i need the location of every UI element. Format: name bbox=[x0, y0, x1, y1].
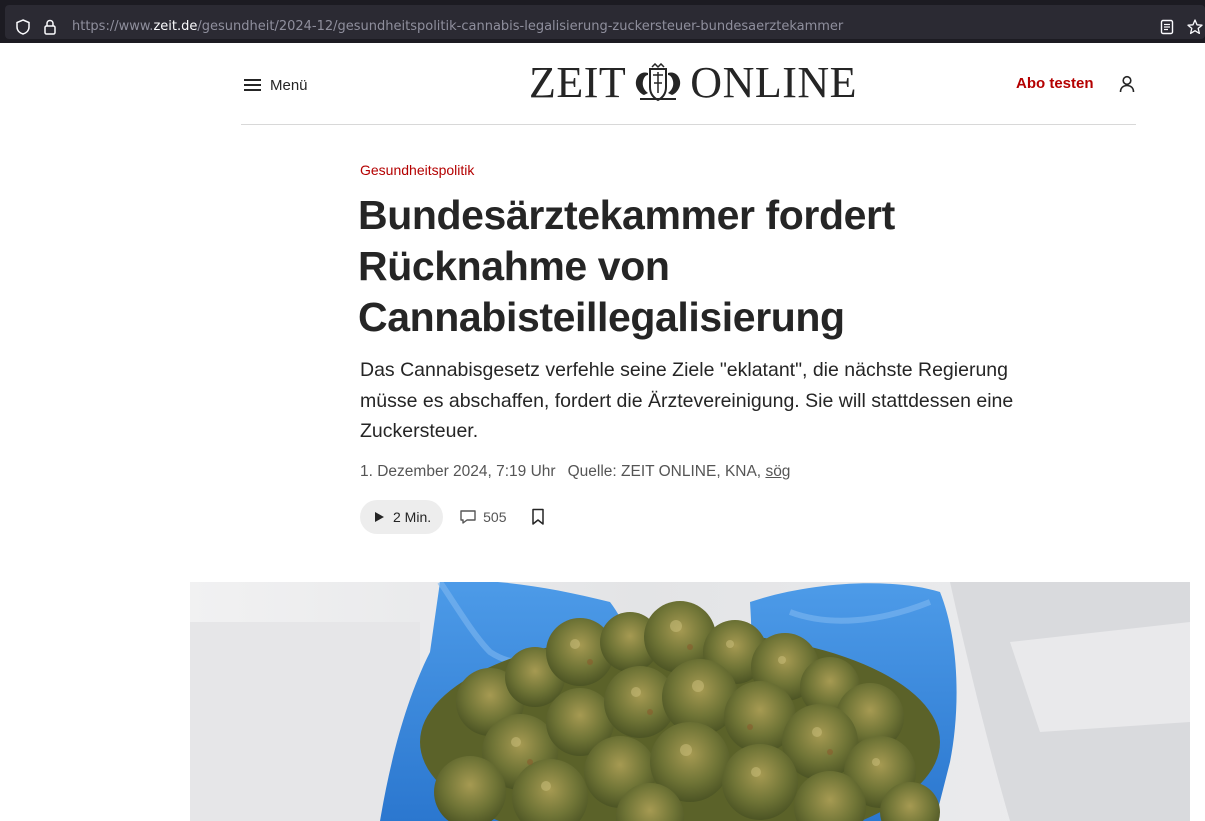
article-kicker[interactable]: Gesundheitspolitik bbox=[360, 162, 474, 178]
logo-word-zeit: ZEIT bbox=[529, 58, 627, 107]
reader-view-icon[interactable] bbox=[1158, 18, 1176, 36]
url-prefix: https://www. bbox=[72, 19, 154, 34]
shield-icon[interactable] bbox=[14, 18, 32, 36]
audio-play-button[interactable]: 2 Min. bbox=[360, 500, 444, 534]
hamburger-icon bbox=[244, 79, 261, 91]
bookmark-icon[interactable] bbox=[530, 508, 546, 526]
url-text[interactable]: https://www.zeit.de/gesundheit/2024-12/g… bbox=[72, 19, 843, 34]
article-summary: Das Cannabisgesetz verfehle seine Ziele … bbox=[360, 359, 1014, 442]
menu-button[interactable]: Menü bbox=[244, 75, 308, 95]
url-host: zeit.de bbox=[153, 19, 198, 34]
site-header: Menü ZEIT ONLINE Abo testen bbox=[241, 43, 1136, 125]
browser-toolbar: https://www.zeit.de/gesundheit/2024-12/g… bbox=[0, 0, 1205, 43]
url-path: /gesundheit/2024-12/gesundheitspolitik-c… bbox=[197, 19, 844, 34]
hero-image bbox=[190, 582, 1190, 821]
zeit-online-logo[interactable]: ZEIT ONLINE bbox=[529, 61, 857, 105]
user-icon[interactable] bbox=[1117, 74, 1137, 94]
comments-count: 505 bbox=[483, 509, 507, 525]
coat-of-arms-icon bbox=[636, 63, 681, 102]
bookmark-star-icon[interactable] bbox=[1186, 18, 1204, 36]
article-actions: 2 Min. 505 bbox=[360, 500, 546, 534]
article-date: 1. Dezember 2024, 7:19 Uhr bbox=[360, 463, 556, 480]
author-link[interactable]: sög bbox=[765, 463, 790, 480]
menu-label: Menü bbox=[270, 76, 308, 94]
logo-word-online: ONLINE bbox=[690, 58, 858, 107]
comments-button[interactable]: 505 bbox=[459, 509, 506, 525]
address-bar[interactable]: https://www.zeit.de/gesundheit/2024-12/g… bbox=[5, 5, 1205, 39]
audio-duration: 2 Min. bbox=[393, 509, 432, 525]
cannabis-gloved-hands-image bbox=[190, 582, 1190, 821]
comment-icon bbox=[460, 510, 476, 524]
article-source: Quelle: ZEIT ONLINE, KNA, bbox=[567, 463, 762, 480]
lock-icon[interactable] bbox=[41, 18, 59, 36]
article-headline: Bundesärztekammer fordert Rücknahme von … bbox=[358, 192, 895, 340]
abo-testen-link[interactable]: Abo testen bbox=[1016, 75, 1094, 92]
article-meta: 1. Dezember 2024, 7:19 Uhr Quelle: ZEIT O… bbox=[360, 463, 790, 481]
play-icon bbox=[375, 512, 384, 522]
